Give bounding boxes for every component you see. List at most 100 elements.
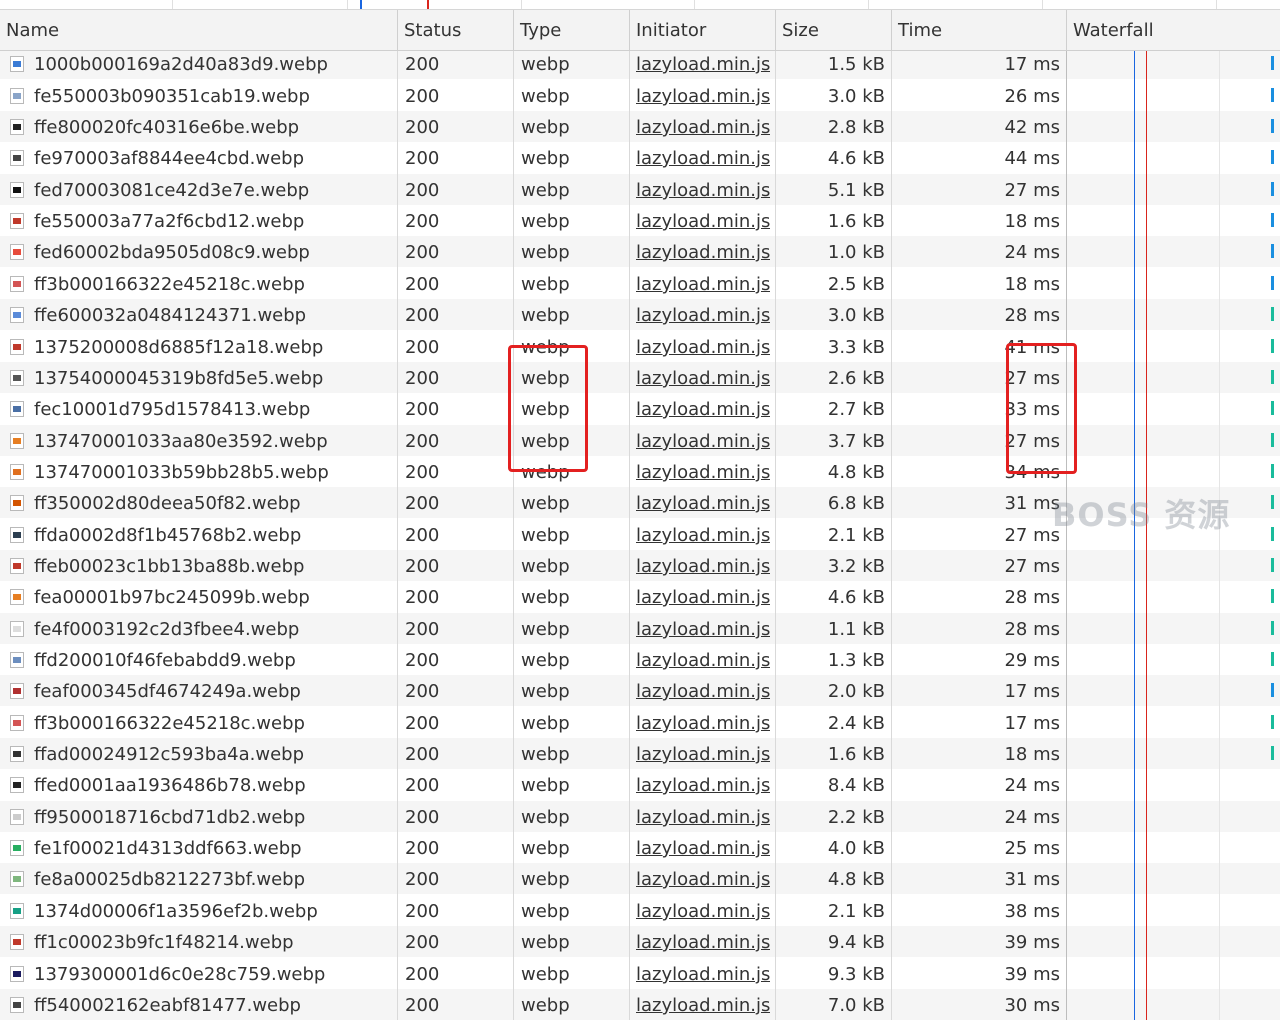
column-header-waterfall[interactable]: Waterfall: [1067, 10, 1280, 50]
request-initiator-link[interactable]: lazyload.min.js...: [636, 926, 770, 957]
request-initiator-link[interactable]: lazyload.min.js...: [636, 456, 770, 487]
request-row[interactable]: 1000b000169a2d40a83d9.webp 200 webp lazyloa…: [0, 48, 1280, 79]
image-file-icon: [10, 401, 24, 417]
waterfall-bar[interactable]: [1271, 213, 1274, 227]
request-row[interactable]: fed60002bda9505d08c9.webp 200 webp lazyload…: [0, 236, 1280, 267]
request-row[interactable]: ffe800020fc40316e6be.webp 200 webp lazyload…: [0, 111, 1280, 142]
request-initiator-link[interactable]: lazyload.min.js...: [636, 738, 770, 769]
waterfall-bar[interactable]: [1271, 433, 1274, 447]
waterfall-bar[interactable]: [1271, 495, 1274, 509]
waterfall-bar[interactable]: [1271, 715, 1274, 729]
waterfall-bar[interactable]: [1271, 276, 1274, 290]
waterfall-bar[interactable]: [1271, 558, 1274, 572]
waterfall-bar[interactable]: [1271, 244, 1274, 258]
request-initiator-link[interactable]: lazyload.min.js...: [636, 362, 770, 393]
request-row[interactable]: ff1c00023b9fc1f48214.webp 200 webp lazyload…: [0, 926, 1280, 957]
waterfall-bar[interactable]: [1271, 621, 1274, 635]
request-initiator-link[interactable]: lazyload.min.js...: [636, 80, 770, 111]
column-header-initiator[interactable]: Initiator: [630, 10, 776, 50]
request-status: 200: [405, 775, 440, 796]
request-initiator-link[interactable]: lazyload.min.js...: [636, 487, 770, 518]
request-initiator-link[interactable]: lazyload.min.js...: [636, 863, 770, 894]
request-row[interactable]: 137470001033b59bb28b5.webp 200 webp lazyloa…: [0, 456, 1280, 487]
request-row[interactable]: fe8a00025db8212273bf.webp 200 webp lazyload…: [0, 863, 1280, 894]
waterfall-bar[interactable]: [1271, 464, 1274, 478]
request-row[interactable]: 13754000045319b8fd5e5.webp 200 webp lazyloa…: [0, 362, 1280, 393]
request-row[interactable]: fe550003a77a2f6cbd12.webp 200 webp lazyload…: [0, 205, 1280, 236]
request-row[interactable]: ffd200010f46febabdd9.webp 200 webp lazyload…: [0, 644, 1280, 675]
request-initiator-link[interactable]: lazyload.min.js...: [636, 895, 770, 926]
request-initiator-link[interactable]: lazyload.min.js...: [636, 519, 770, 550]
waterfall-bar[interactable]: [1271, 339, 1274, 353]
request-status: 200: [405, 995, 440, 1016]
request-initiator-link[interactable]: lazyload.min.js...: [636, 174, 770, 205]
waterfall-bar[interactable]: [1271, 150, 1274, 164]
waterfall-bar[interactable]: [1271, 652, 1274, 666]
column-header-type[interactable]: Type: [514, 10, 630, 50]
waterfall-bar[interactable]: [1271, 56, 1274, 70]
request-initiator-link[interactable]: lazyload.min.js...: [636, 299, 770, 330]
dom-content-loaded-marker: [360, 0, 362, 9]
request-initiator-link[interactable]: lazyload.min.js...: [636, 142, 770, 173]
waterfall-bar[interactable]: [1271, 119, 1274, 133]
waterfall-bar[interactable]: [1271, 182, 1274, 196]
request-initiator-link[interactable]: lazyload.min.js...: [636, 331, 770, 362]
request-initiator-link[interactable]: lazyload.min.js...: [636, 989, 770, 1020]
request-time: 27 ms: [1004, 368, 1060, 389]
request-initiator-link[interactable]: lazyload.min.js...: [636, 581, 770, 612]
request-row[interactable]: fe970003af8844ee4cbd.webp 200 webp lazyload…: [0, 142, 1280, 173]
request-initiator-link[interactable]: lazyload.min.js...: [636, 236, 770, 267]
request-row[interactable]: fe550003b090351cab19.webp 200 webp lazyload…: [0, 80, 1280, 111]
request-time: 17 ms: [1004, 713, 1060, 734]
request-row[interactable]: ffad00024912c593ba4a.webp 200 webp lazyload…: [0, 738, 1280, 769]
request-initiator-link[interactable]: lazyload.min.js...: [636, 425, 770, 456]
request-initiator-link[interactable]: lazyload.min.js...: [636, 111, 770, 142]
request-type: webp: [521, 86, 570, 107]
request-row[interactable]: ff3b000166322e45218c.webp 200 webp lazyload…: [0, 268, 1280, 299]
request-initiator-link[interactable]: lazyload.min.js...: [636, 393, 770, 424]
request-initiator-link[interactable]: lazyload.min.js...: [636, 675, 770, 706]
request-initiator-link[interactable]: lazyload.min.js...: [636, 205, 770, 236]
request-initiator-link[interactable]: lazyload.min.js...: [636, 832, 770, 863]
request-row[interactable]: ffeb00023c1bb13ba88b.webp 200 webp lazyload…: [0, 550, 1280, 581]
request-size: 1.0 kB: [827, 242, 885, 263]
request-status: 200: [405, 337, 440, 358]
request-initiator-link[interactable]: lazyload.min.js...: [636, 48, 770, 79]
request-initiator-link[interactable]: lazyload.min.js...: [636, 613, 770, 644]
request-row[interactable]: fe4f0003192c2d3fbee4.webp 200 webp lazyload…: [0, 613, 1280, 644]
request-initiator-link[interactable]: lazyload.min.js...: [636, 958, 770, 989]
waterfall-bar[interactable]: [1271, 746, 1274, 760]
request-row[interactable]: fec10001d795d1578413.webp 200 webp lazyload…: [0, 393, 1280, 424]
waterfall-bar[interactable]: [1271, 589, 1274, 603]
request-row[interactable]: fea00001b97bc245099b.webp 200 webp lazyload…: [0, 581, 1280, 612]
request-row[interactable]: 1375200008d6885f12a18.webp 200 webp lazyloa…: [0, 331, 1280, 362]
request-row[interactable]: fe1f00021d4313ddf663.webp 200 webp lazyload…: [0, 832, 1280, 863]
request-row[interactable]: ffe600032a0484124371.webp 200 webp lazyload…: [0, 299, 1280, 330]
request-row[interactable]: ff540002162eabf81477.webp 200 webp lazyload…: [0, 989, 1280, 1020]
waterfall-bar[interactable]: [1271, 307, 1274, 321]
request-row[interactable]: ffed0001aa1936486b78.webp 200 webp lazyload…: [0, 769, 1280, 800]
request-initiator-link[interactable]: lazyload.min.js...: [636, 801, 770, 832]
overview-timeline[interactable]: [0, 0, 1280, 10]
request-row[interactable]: fed70003081ce42d3e7e.webp 200 webp lazyload…: [0, 174, 1280, 205]
request-row[interactable]: ff9500018716cbd71db2.webp 200 webp lazyload…: [0, 801, 1280, 832]
waterfall-bar[interactable]: [1271, 88, 1274, 102]
waterfall-bar[interactable]: [1271, 683, 1274, 697]
request-row[interactable]: ff3b000166322e45218c.webp 200 webp lazyload…: [0, 707, 1280, 738]
request-row[interactable]: 137470001033aa80e3592.webp 200 webp lazyloa…: [0, 425, 1280, 456]
waterfall-bar[interactable]: [1271, 401, 1274, 415]
request-initiator-link[interactable]: lazyload.min.js...: [636, 707, 770, 738]
request-initiator-link[interactable]: lazyload.min.js...: [636, 769, 770, 800]
column-header-time[interactable]: Time: [892, 10, 1067, 50]
column-header-name[interactable]: Name: [0, 10, 398, 50]
request-row[interactable]: feaf000345df4674249a.webp 200 webp lazyload…: [0, 675, 1280, 706]
column-header-status[interactable]: Status: [398, 10, 514, 50]
request-initiator-link[interactable]: lazyload.min.js...: [636, 644, 770, 675]
waterfall-bar[interactable]: [1271, 370, 1274, 384]
request-row[interactable]: 1379300001d6c0e28c759.webp 200 webp lazyloa…: [0, 958, 1280, 989]
waterfall-bar[interactable]: [1271, 527, 1274, 541]
request-initiator-link[interactable]: lazyload.min.js...: [636, 550, 770, 581]
column-header-size[interactable]: Size: [776, 10, 892, 50]
request-row[interactable]: 1374d00006f1a3596ef2b.webp 200 webp lazyloa…: [0, 895, 1280, 926]
request-initiator-link[interactable]: lazyload.min.js...: [636, 268, 770, 299]
